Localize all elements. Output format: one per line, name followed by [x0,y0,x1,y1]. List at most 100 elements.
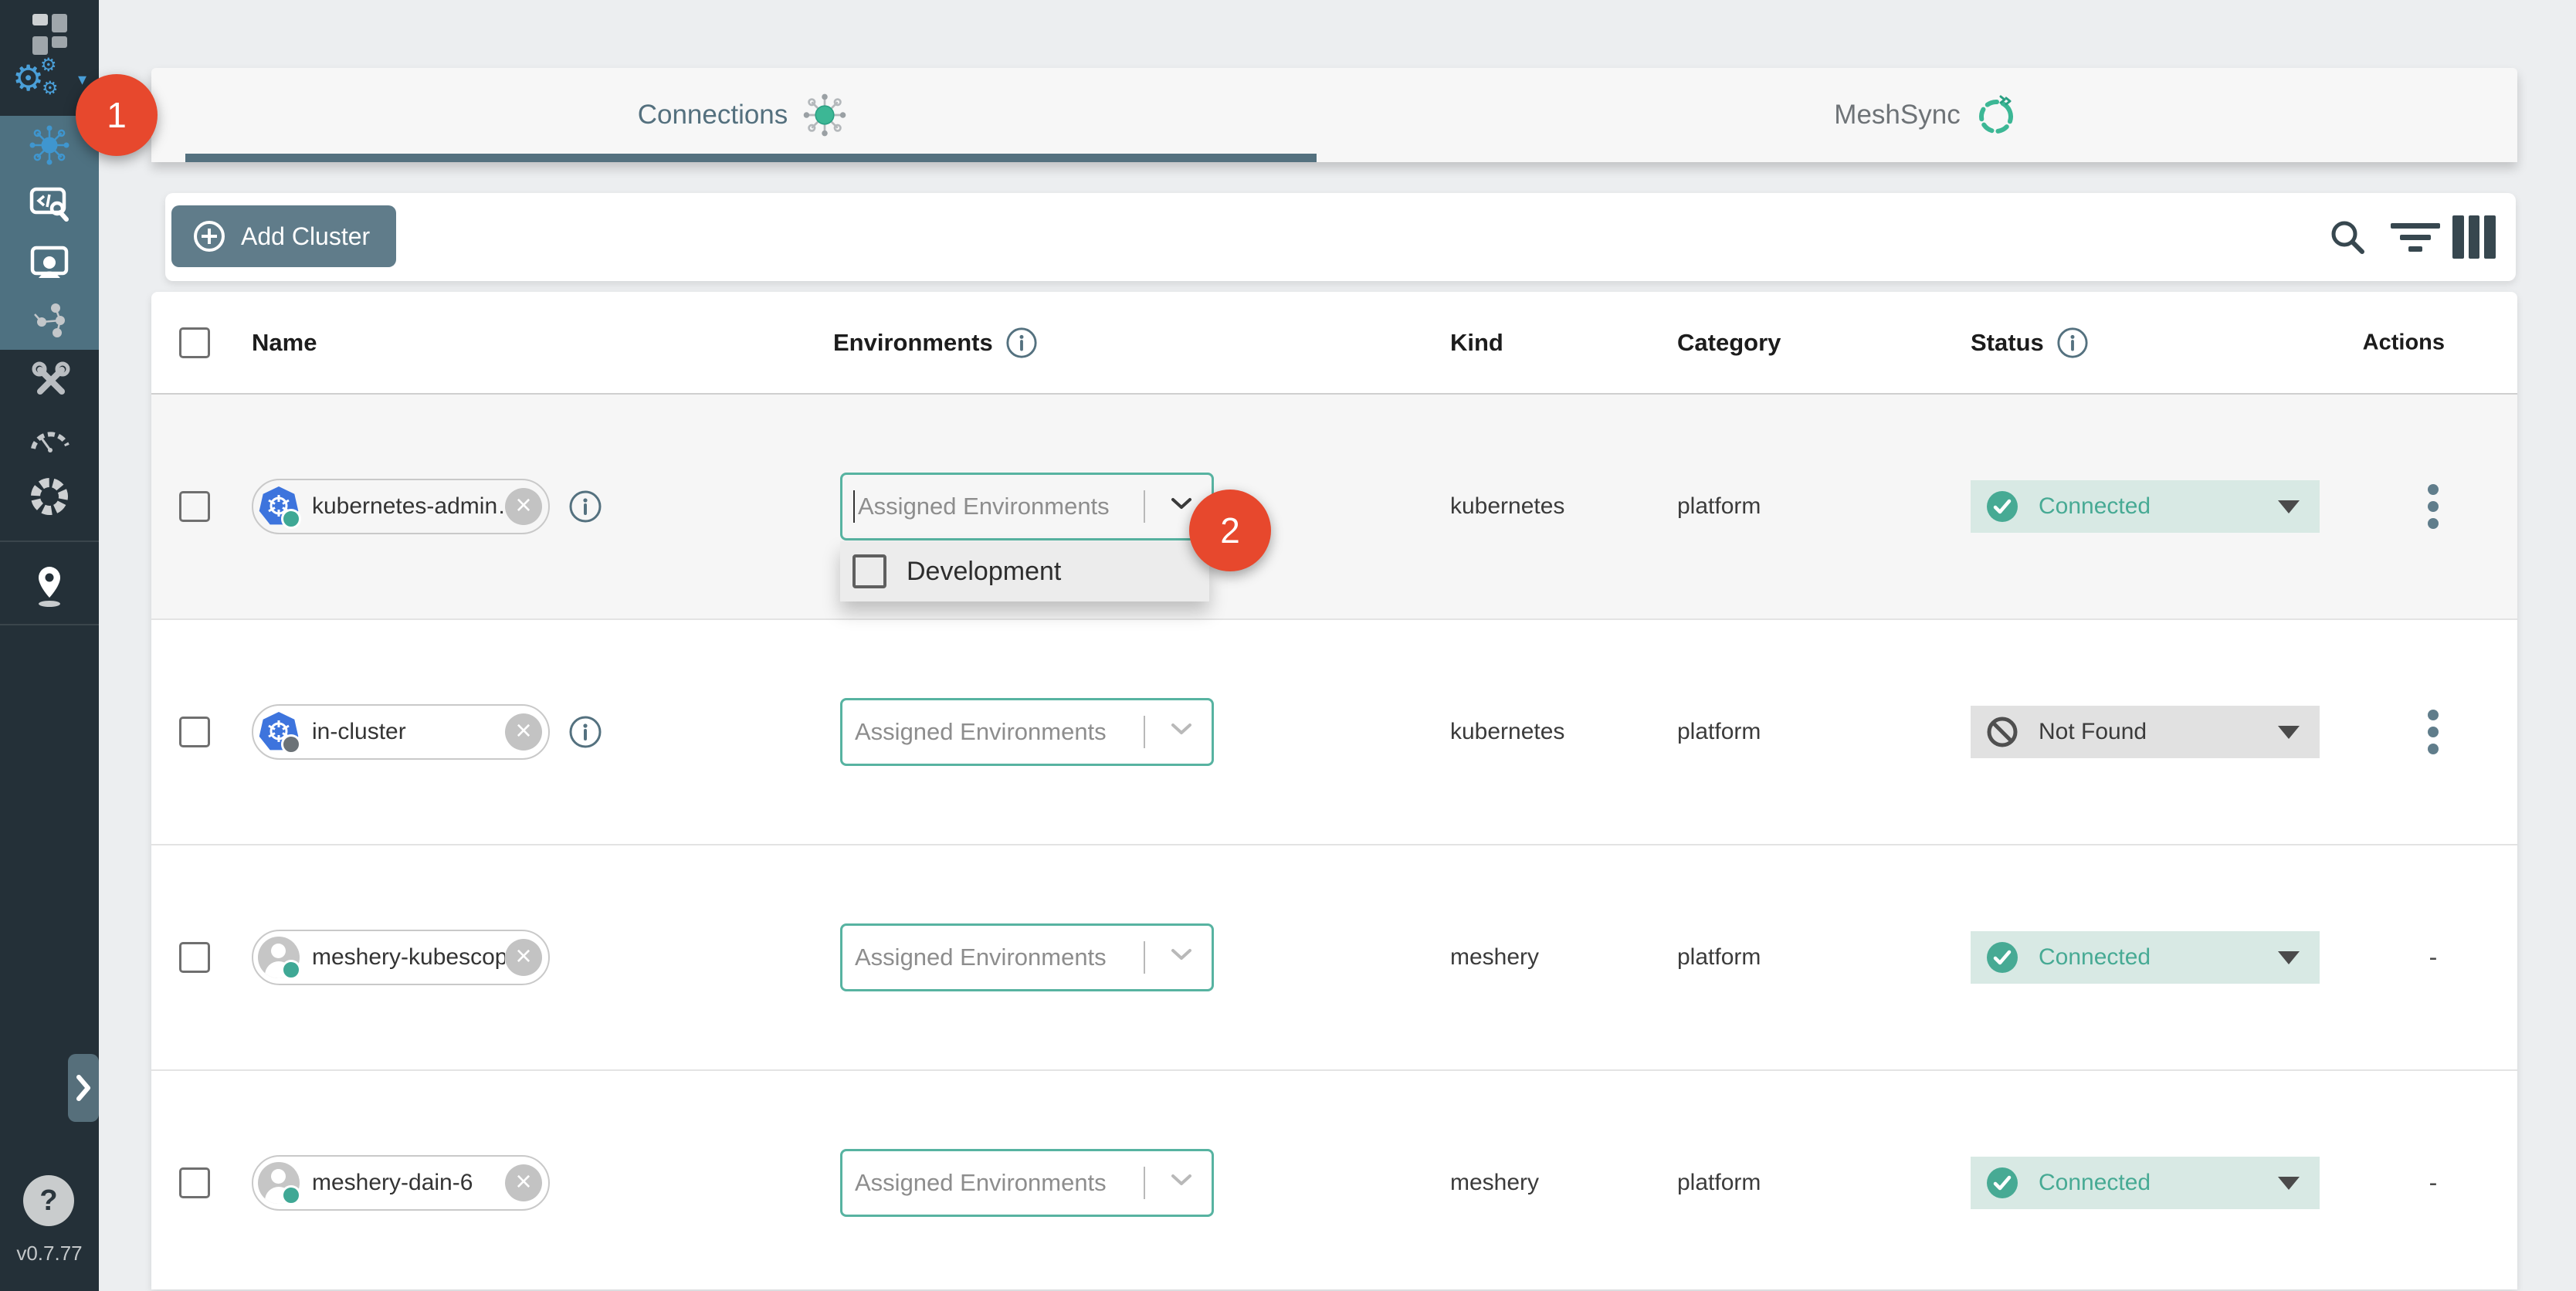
table-row: meshery-kubescop… × Assigned Environment… [151,844,2517,1069]
kubernetes-logo-icon [258,711,300,753]
cell-category: platform [1677,493,1761,520]
filter-button[interactable] [2394,215,2437,259]
environments-placeholder: Assigned Environments [842,1169,1107,1197]
mesh-network-icon [28,124,71,167]
help-icon: ? [39,1184,57,1218]
delete-chip-icon[interactable]: × [505,488,542,525]
delete-chip-icon[interactable]: × [505,1164,542,1201]
check-circle-icon [1986,490,2018,523]
sidebar-item-designs[interactable] [0,293,99,349]
environments-placeholder: Assigned Environments [842,718,1107,746]
not-found-icon [1986,716,2018,748]
row-actions-menu[interactable] [2395,706,2472,757]
kebab-icon [2428,710,2439,720]
status-dot [281,1185,301,1205]
tab-meshsync[interactable]: MeshSync [1334,68,2517,162]
connection-chip[interactable]: kubernetes-admin… × [252,479,550,534]
sidebar-item-catalog[interactable] [0,553,99,618]
chevron-down-icon[interactable] [1170,1173,1193,1187]
info-icon[interactable] [568,490,602,524]
status-label: Not Found [2039,719,2147,745]
view-columns-button[interactable] [2452,215,2496,259]
tab-meshsync-label: MeshSync [1834,100,1960,130]
chevron-down-icon: ▾ [78,69,86,90]
status-dot [281,509,301,529]
sidebar-expand-button[interactable] [68,1054,99,1122]
delete-chip-icon[interactable]: × [505,713,542,751]
table-row: in-cluster × Assigned Environments kuber… [151,618,2517,844]
gear-cluster-icon: ⚙⚙⚙▾ [12,60,86,103]
header-kind: Kind [1450,329,1503,357]
caret-down-icon [2278,500,2300,513]
caret-down-icon [2278,1177,2300,1190]
header-environments: Environments [833,329,993,357]
environments-select[interactable]: Assigned Environments [840,698,1214,766]
annotation-step-badge-2: 2 [1189,490,1271,571]
environments-select[interactable]: Assigned Environments [840,923,1214,991]
tab-connections-label: Connections [638,100,788,130]
sidebar-item-extensions[interactable] [0,469,99,524]
info-icon[interactable] [568,715,602,749]
connection-chip[interactable]: in-cluster × [252,704,550,760]
actions-dash: - [2429,1169,2438,1198]
select-all-checkbox[interactable] [179,327,210,358]
sidebar-item-configuration[interactable] [0,176,99,232]
kebab-icon [2428,484,2439,495]
status-label: Connected [2039,944,2151,971]
chevron-down-icon[interactable] [1170,947,1193,961]
meshery-app: ⚙⚙⚙▾ [0,0,2576,1291]
status-dropdown[interactable]: Connected [1971,931,2320,984]
environments-placeholder: Assigned Environments [846,493,1110,520]
row-checkbox[interactable] [179,491,210,522]
caret-down-icon [2278,726,2300,739]
tab-connections[interactable]: Connections [151,68,1334,162]
row-checkbox[interactable] [179,942,210,973]
crossed-tools-icon [28,357,71,401]
help-button[interactable]: ? [23,1175,74,1226]
caret-down-icon [2278,951,2300,964]
chevron-down-icon[interactable] [1170,496,1193,510]
connection-chip[interactable]: meshery-dain-6 × [252,1155,550,1211]
row-checkbox[interactable] [179,717,210,747]
option-checkbox[interactable] [852,554,886,588]
info-icon[interactable] [1005,327,1038,359]
connection-name: meshery-kubescop… [300,944,505,971]
row-actions-none: - [2395,944,2472,972]
status-dot [281,960,301,980]
avatar-icon [258,1162,300,1204]
graph-nodes-icon [28,300,71,343]
add-cluster-button[interactable]: Add Cluster [171,205,396,267]
connection-chip[interactable]: meshery-kubescop… × [252,930,550,985]
cell-category: platform [1677,1170,1761,1196]
status-dropdown[interactable]: Not Found [1971,706,2320,758]
cell-kind: kubernetes [1450,493,1564,520]
table-header-row: Name Environments Kind Category Status [151,292,2517,395]
search-button[interactable] [2326,215,2369,259]
cell-category: platform [1677,944,1761,971]
environments-select[interactable]: Assigned Environments [840,1149,1214,1217]
chevron-down-icon[interactable] [1170,722,1193,736]
check-circle-icon [1986,1167,2018,1199]
header-category: Category [1677,329,1781,357]
delete-chip-icon[interactable]: × [505,939,542,976]
environments-select[interactable]: Assigned Environments [840,473,1214,540]
location-pin-icon [28,561,71,610]
status-dropdown[interactable]: Connected [1971,480,2320,533]
option-label[interactable]: Development [907,557,1061,587]
cell-kind: meshery [1450,944,1539,971]
status-label: Connected [2039,493,2151,520]
row-actions-menu[interactable] [2395,481,2472,532]
filter-icon [2391,223,2440,229]
sidebar-item-metrics[interactable] [0,410,99,466]
chevron-right-icon [75,1074,92,1102]
sidebar-item-dashboard[interactable] [0,12,99,56]
info-icon[interactable] [2056,327,2089,359]
sidebar-item-toolkit[interactable] [0,351,99,407]
cell-kind: kubernetes [1450,719,1564,745]
status-dropdown[interactable]: Connected [1971,1157,2320,1209]
meshery-ring-icon [28,475,71,518]
row-checkbox[interactable] [179,1167,210,1198]
code-wrench-icon [28,182,71,225]
sidebar-item-performance[interactable] [0,235,99,290]
annotation-step-badge-1: 1 [76,74,158,156]
